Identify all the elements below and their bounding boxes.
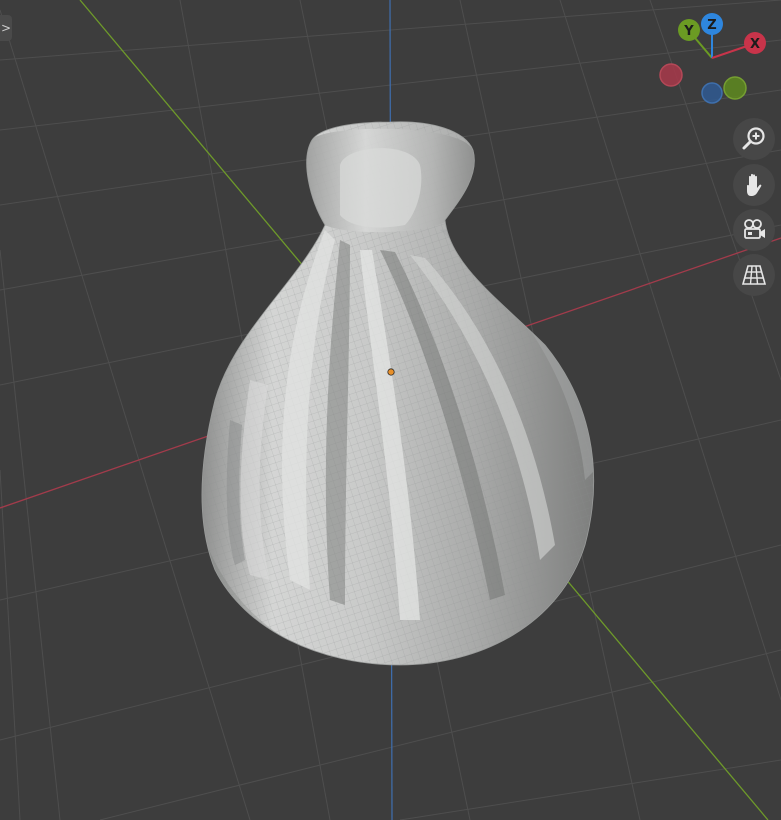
camera-icon [744,219,765,239]
3d-viewport[interactable]: > Y Z X [0,0,781,820]
grid-perspective-icon [741,265,767,285]
hand-icon [747,173,762,196]
gizmo-z-label: Z [707,18,716,33]
gizmo-neg-x-handle[interactable] [659,63,683,87]
sidebar-toggle-button[interactable]: > [0,15,12,41]
gizmo-x-label: X [750,37,760,52]
viewport-scene[interactable] [0,0,781,820]
navigation-gizmo[interactable]: Y Z X [650,8,775,118]
gizmo-x-handle[interactable]: X [744,32,766,54]
perspective-button[interactable] [733,254,775,296]
gizmo-neg-z-handle[interactable] [701,82,723,104]
zoom-button[interactable] [733,118,775,160]
camera-button[interactable] [733,209,775,251]
gizmo-y-label: Y [683,24,694,39]
gizmo-neg-y-handle[interactable] [723,76,747,100]
gizmo-y-handle[interactable]: Y [678,19,700,41]
gizmo-z-handle[interactable]: Z [701,13,723,35]
chevron-right-icon: > [0,21,12,35]
zoom-in-icon [742,127,765,150]
object-origin-point [387,368,395,376]
pan-button[interactable] [733,164,775,206]
vase-mesh[interactable] [180,100,630,700]
